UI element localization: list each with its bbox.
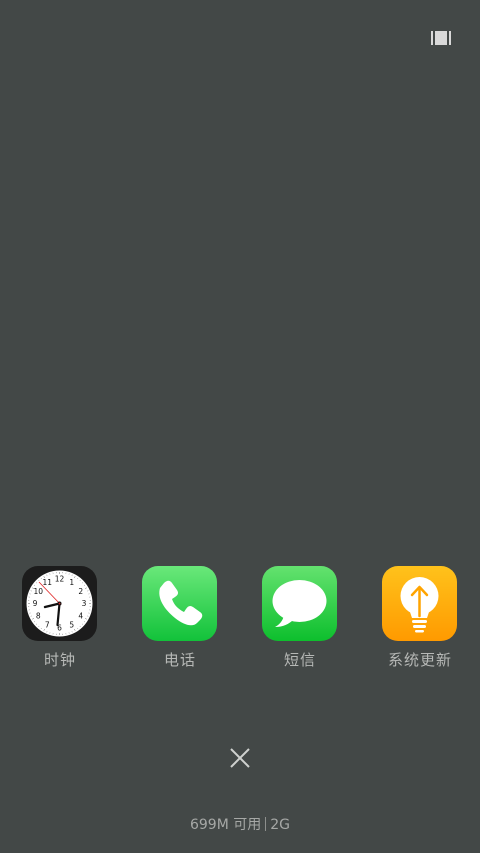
app-label-system-update: 系统更新 [387, 651, 452, 669]
message-icon[interactable] [262, 566, 337, 641]
clock-number: 11 [42, 578, 52, 587]
clock-number: 12 [55, 575, 65, 584]
recent-apps-row: 12 1 2 3 4 5 6 7 8 9 10 11 时钟 电话 短信 系统更新 [0, 566, 480, 676]
total-memory: 2G [270, 817, 291, 833]
app-label-messages: 短信 [283, 651, 316, 669]
clock-number: 9 [33, 599, 38, 608]
clock-number: 5 [69, 620, 74, 629]
memory-info: 699M 可用 2G [0, 815, 480, 835]
clock-icon[interactable]: 12 1 2 3 4 5 6 7 8 9 10 11 [22, 566, 97, 641]
app-label-phone: 电话 [163, 651, 196, 669]
system-update-icon[interactable] [382, 566, 457, 641]
close-all-icon[interactable] [228, 746, 252, 770]
recent-app-system-update[interactable]: 系统更新 [370, 566, 470, 676]
recent-app-clock[interactable]: 12 1 2 3 4 5 6 7 8 9 10 11 时钟 [10, 566, 110, 676]
clock-number: 8 [36, 611, 41, 620]
clock-number: 2 [78, 587, 83, 596]
clock-number: 3 [82, 599, 87, 608]
available-memory: 699M 可用 [189, 817, 262, 833]
recent-view-toggle-icon[interactable] [428, 28, 454, 48]
recent-app-phone[interactable]: 电话 [130, 566, 230, 676]
app-label-clock: 时钟 [43, 651, 76, 669]
clock-number: 1 [69, 578, 74, 587]
clock-number: 10 [34, 587, 44, 596]
recent-app-messages[interactable]: 短信 [250, 566, 350, 676]
phone-icon[interactable] [142, 566, 217, 641]
memory-separator [265, 817, 267, 831]
clock-number: 7 [45, 620, 50, 629]
clock-number: 4 [78, 611, 83, 620]
